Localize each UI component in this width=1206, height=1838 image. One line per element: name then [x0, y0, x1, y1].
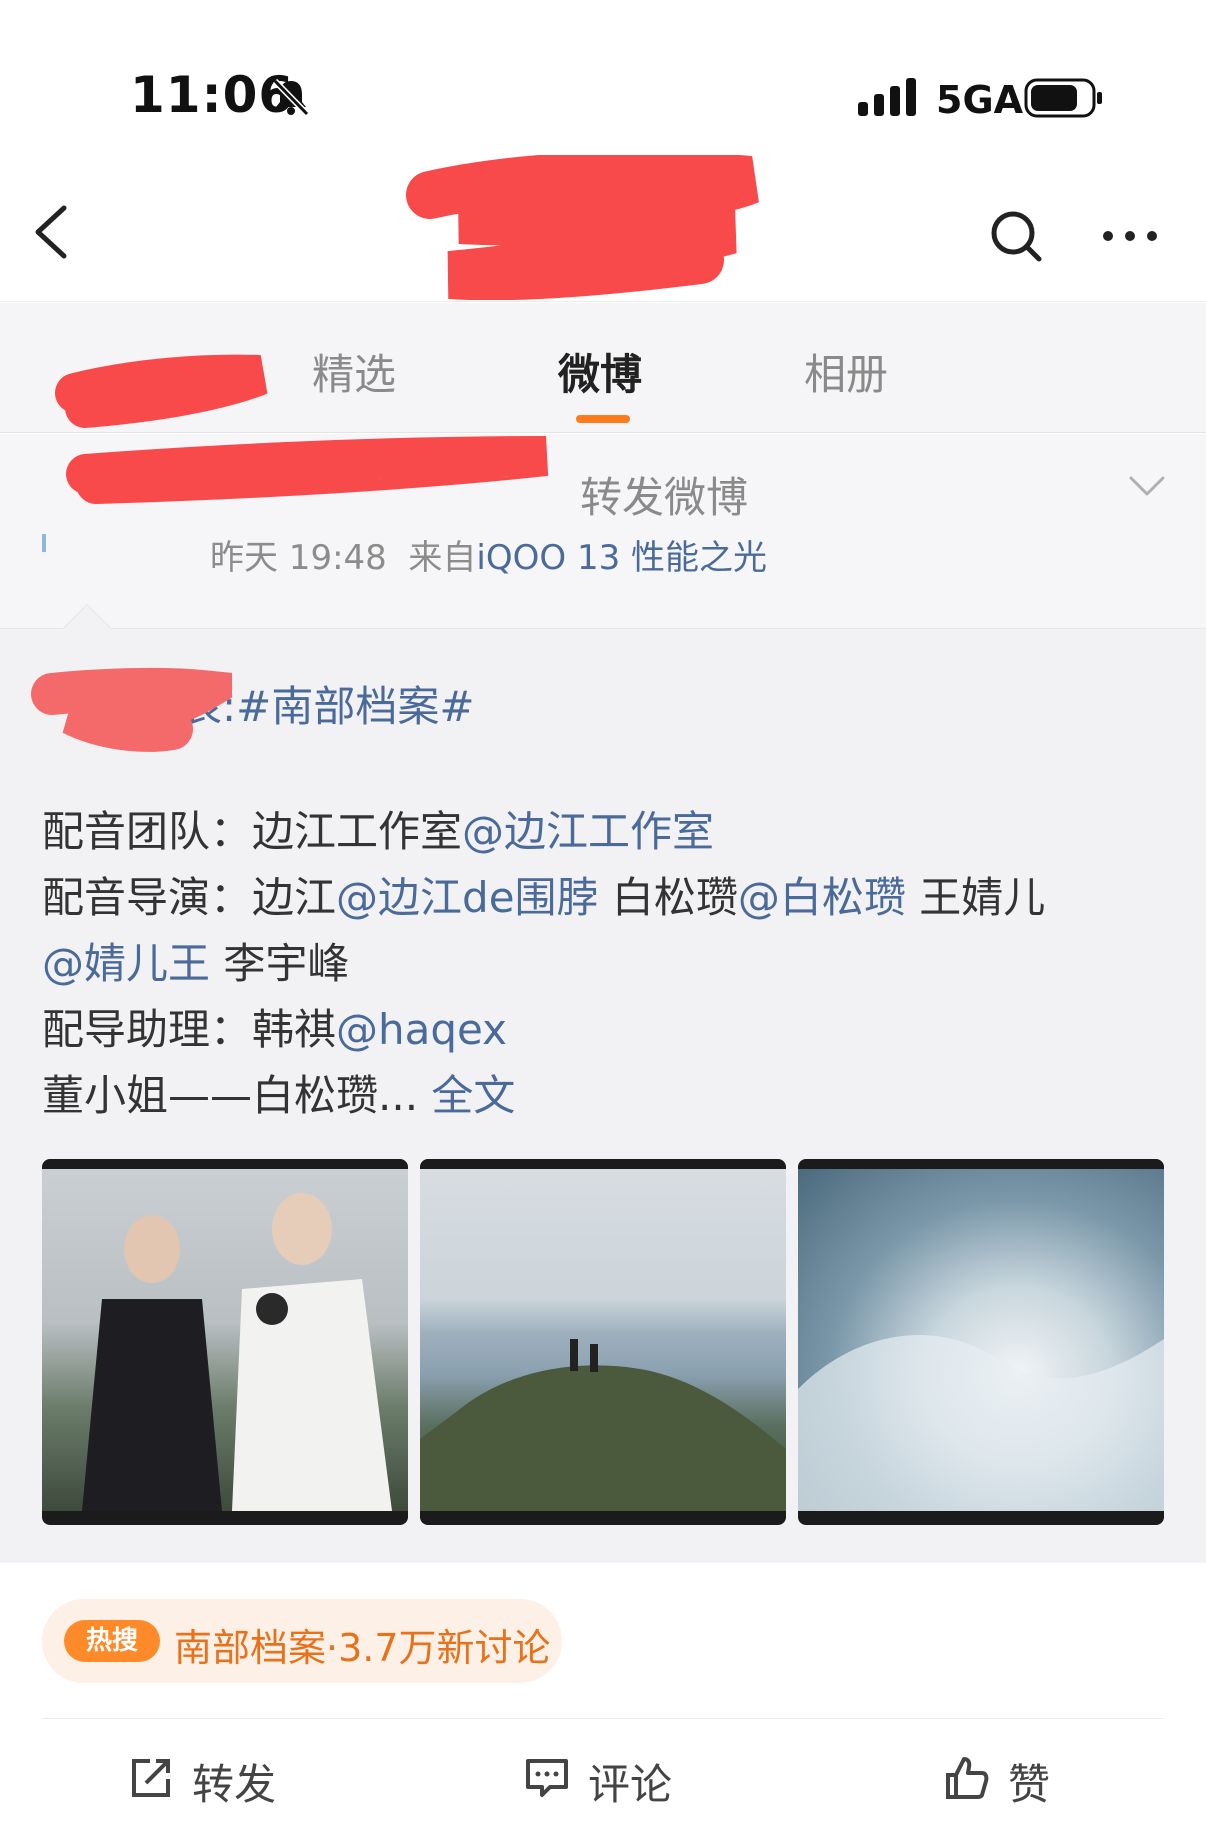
- two-men-scene: [82, 1193, 392, 1511]
- credit-name: 边江工作室: [252, 807, 463, 856]
- credit-label: 配导助理：: [42, 1005, 253, 1054]
- image-grid: [42, 1159, 1166, 1525]
- redaction-mark: [66, 436, 549, 504]
- credit-label: 配音导演：: [42, 873, 253, 922]
- mention-link[interactable]: @白松瓒: [738, 873, 906, 922]
- share-label: 转发: [192, 1760, 277, 1809]
- retweeted-post[interactable]: 表:#南部档案# 配音团队：边江工作室@边江工作室 配音导演：边江@边江de围脖…: [0, 603, 1206, 1563]
- credit-name: 韩祺: [252, 1005, 337, 1054]
- text-line: 董小姐——白松瓒... 全文: [42, 1063, 1172, 1129]
- text-line: 配音团队：边江工作室@边江工作室: [42, 799, 1172, 865]
- post-source[interactable]: iQOO 13 性能之光: [476, 538, 767, 578]
- like-label: 赞: [1008, 1760, 1051, 1809]
- post-time: 昨天 19:48: [210, 538, 387, 578]
- avatar[interactable]: [42, 534, 46, 552]
- back-icon[interactable]: [28, 202, 78, 262]
- mention-link[interactable]: @haqex: [336, 1005, 507, 1054]
- mention-link[interactable]: @边江de围脖: [336, 873, 599, 922]
- thumbs-up-icon: [946, 1757, 989, 1799]
- tab-album[interactable]: 相册: [804, 341, 888, 402]
- text-line: @婧儿王 李宇峰: [42, 931, 1172, 997]
- battery-icon: [1024, 78, 1102, 118]
- chevron-down-icon[interactable]: [1128, 474, 1166, 500]
- nav-bar: [0, 150, 1206, 302]
- full-text-link[interactable]: 全文: [431, 1071, 515, 1120]
- bell-slash-icon: [272, 78, 310, 117]
- text-line: 配导助理：韩祺@haqex: [42, 997, 1172, 1063]
- redaction-mark: [55, 354, 268, 428]
- credit-label: 配音团队：: [42, 807, 253, 856]
- hot-search-area: 热搜 南部档案·3.7万新讨论: [0, 1563, 1206, 1693]
- hot-search-badge: 热搜: [64, 1620, 160, 1662]
- credit-name: 王婧儿: [919, 873, 1046, 922]
- signal-icon: [858, 78, 916, 116]
- credit-name: 董小姐——白松瓒...: [42, 1071, 419, 1120]
- credit-name: 边江: [252, 873, 337, 922]
- mention-link[interactable]: @边江工作室: [462, 807, 714, 856]
- tab-weibo[interactable]: 微博: [558, 341, 642, 402]
- text-line: 配音导演：边江@边江de围脖 白松瓒@白松瓒 王婧儿: [42, 865, 1172, 931]
- sea-rocks-scene: [420, 1339, 786, 1511]
- redaction-mark: [406, 155, 759, 300]
- network-label: 5GA: [936, 78, 1024, 122]
- image-thumbnail[interactable]: [420, 1159, 786, 1525]
- profile-tabs: 精选 微博 相册: [0, 303, 1206, 433]
- search-icon[interactable]: [988, 208, 1044, 264]
- post-meta: 昨天 19:48 来自iQOO 13 性能之光: [210, 530, 767, 579]
- waves-scene: [798, 1335, 1164, 1511]
- image-thumbnail[interactable]: [798, 1159, 1164, 1525]
- hot-search-pill[interactable]: 热搜 南部档案·3.7万新讨论: [42, 1599, 562, 1683]
- more-icon[interactable]: [1100, 218, 1160, 254]
- hot-badge-label: 热搜: [85, 1626, 138, 1656]
- repost-label: 转发微博: [580, 473, 749, 522]
- hot-search-text: 南部档案·3.7万新讨论: [174, 1626, 551, 1670]
- mention-link[interactable]: @婧儿王: [42, 939, 210, 988]
- redaction-mark: [31, 667, 232, 752]
- status-bar: 11:06 5GA: [0, 0, 1206, 150]
- post-header: 转发微博 昨天 19:48 来自iQOO 13 性能之光: [0, 434, 1206, 628]
- action-bar: 转发 评论 赞: [42, 1718, 1164, 1838]
- credit-name: 李宇峰: [223, 939, 350, 988]
- retweet-text: 配音团队：边江工作室@边江工作室 配音导演：边江@边江de围脖 白松瓒@白松瓒 …: [42, 799, 1172, 1129]
- comment-label: 评论: [588, 1760, 673, 1809]
- share-icon: [132, 1759, 170, 1797]
- post-from: 来自: [408, 538, 477, 578]
- image-thumbnail[interactable]: [42, 1159, 408, 1525]
- active-tab-indicator: [576, 415, 630, 423]
- credit-name: 白松瓒: [611, 873, 738, 922]
- comment-icon: [526, 1759, 568, 1797]
- tab-featured[interactable]: 精选: [312, 341, 396, 402]
